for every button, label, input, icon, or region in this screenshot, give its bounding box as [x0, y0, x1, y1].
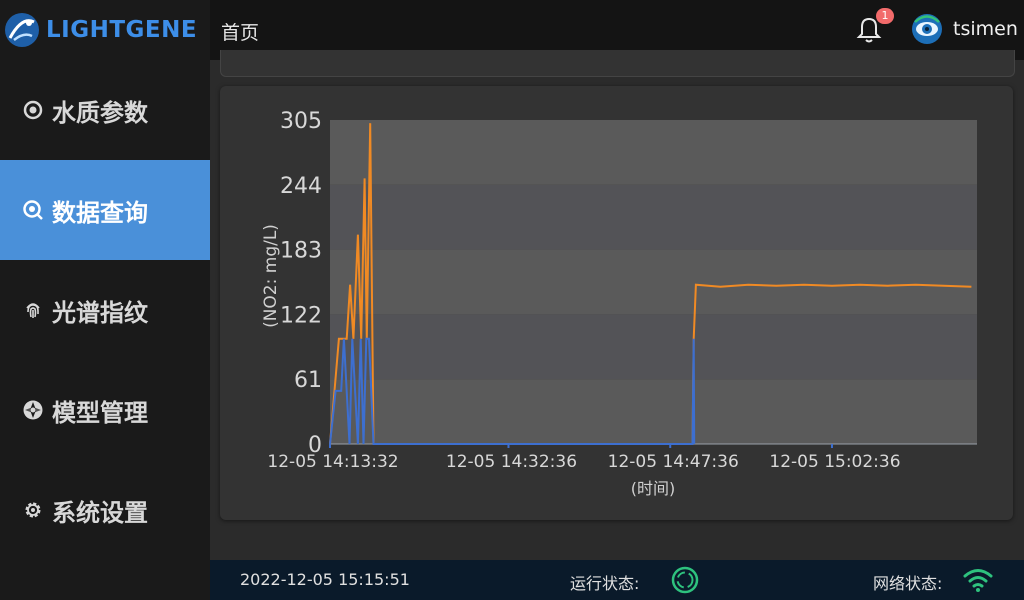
sidebar-item-water-quality[interactable]: 水质参数: [0, 60, 210, 160]
y-tick-label: 305: [280, 109, 322, 134]
run-status-label: 运行状态:: [570, 574, 640, 593]
x-tick-label: 12-05 14:13:32: [267, 452, 398, 472]
sidebar-item-label: 模型管理: [52, 398, 148, 427]
sidebar-item-model-management[interactable]: 模型管理: [0, 360, 210, 460]
current-datetime: 2022-12-05 15:15:51: [240, 570, 410, 589]
x-tick-label: 12-05 14:32:36: [446, 452, 577, 472]
y-tick-label: 244: [280, 174, 322, 199]
run-status-icon: [671, 566, 699, 594]
sidebar-item-fingerprint[interactable]: 光谱指纹: [0, 260, 210, 360]
grid-band: [330, 184, 977, 250]
x-tick-label: 12-05 14:47:36: [608, 452, 739, 472]
grid-band: [330, 249, 977, 315]
grid-band: [330, 314, 977, 380]
wifi-icon: [963, 569, 993, 592]
fingerprint-icon: [22, 299, 44, 321]
gear-icon: [22, 499, 44, 521]
y-tick-label: 122: [280, 303, 322, 328]
username[interactable]: tsimen: [953, 18, 1018, 40]
model-aperture-icon: [22, 399, 44, 421]
water-quality-icon: [22, 99, 44, 121]
search-data-icon: [22, 199, 44, 221]
y-tick-label: 183: [280, 239, 322, 264]
sidebar-item-system-settings[interactable]: 系统设置: [0, 460, 210, 560]
y-tick-label: 61: [294, 368, 322, 393]
x-axis-label: (时间): [631, 479, 676, 498]
sidebar-item-label: 光谱指纹: [52, 298, 148, 327]
lightgene-logo-icon: [5, 13, 39, 47]
grid-band: [330, 120, 977, 185]
status-footer: 2022-12-05 15:15:51 运行状态: 网络状态:: [210, 560, 1024, 600]
y-axis-label: (NO2: mg/L): [261, 224, 281, 328]
sidebar-item-label: 系统设置: [52, 498, 148, 527]
sidebar-item-label: 水质参数: [52, 98, 148, 127]
breadcrumb[interactable]: 首页: [221, 18, 259, 45]
sidebar-item-data-query[interactable]: 数据查询: [0, 160, 210, 260]
network-status-label: 网络状态:: [873, 574, 943, 593]
no2-line-chart[interactable]: 305244183122610 12-05 14:13:32 12-05 14:3…: [220, 86, 1013, 520]
avatar[interactable]: [910, 12, 944, 46]
sidebar: LIGHTGENE 水质参数 数据查询 光谱指纹 模型管理 系统设置: [0, 0, 210, 600]
x-tick-label: 12-05 15:02:36: [769, 452, 900, 472]
brand-name: LIGHTGENE: [46, 17, 198, 43]
notification-badge: 1: [876, 8, 894, 24]
filter-panel-bottom-edge: [220, 50, 1015, 77]
chart-panel: 305 244 183 122 61 0 12-05 14:13:32 12-05 14:3…: [220, 86, 1013, 520]
grid-band: [330, 379, 977, 444]
brand-logo[interactable]: LIGHTGENE: [0, 0, 210, 60]
sidebar-item-label: 数据查询: [52, 198, 148, 227]
